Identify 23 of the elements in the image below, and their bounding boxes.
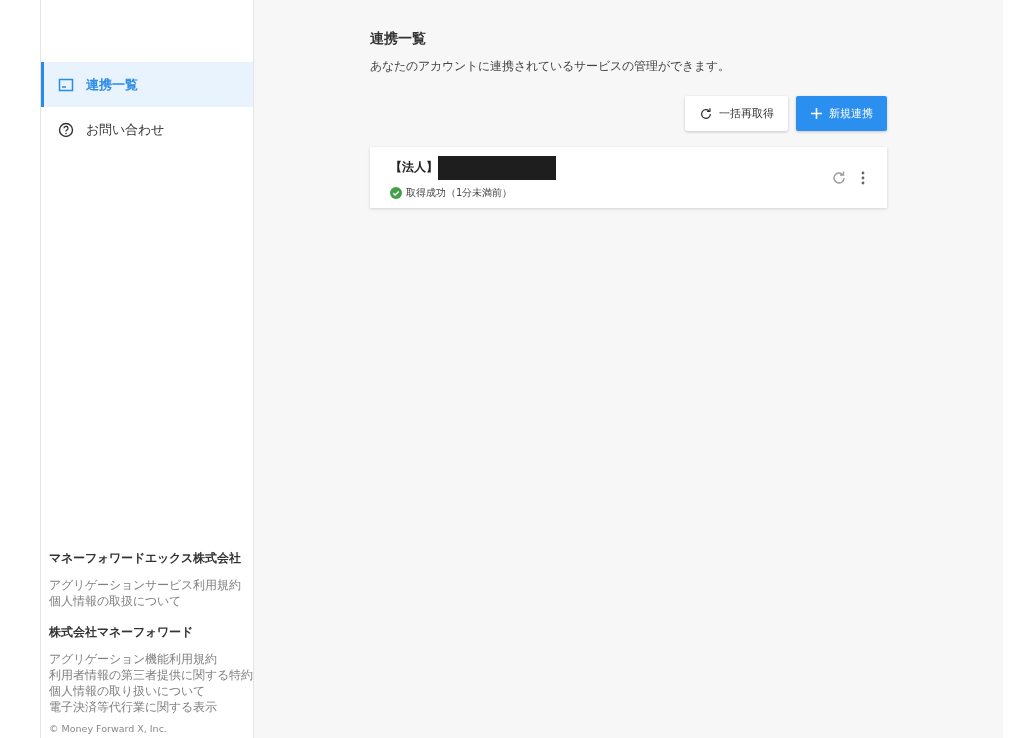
copyright: © Money Forward X, Inc. [49,723,168,734]
refresh-all-button[interactable]: 一括再取得 [685,96,788,131]
footer-link[interactable]: 個人情報の取扱について [49,593,253,609]
footer-link[interactable]: アグリゲーションサービス利用規約 [49,577,253,593]
connection-name: 【法人】 [390,159,438,176]
plus-icon [810,107,823,120]
footer-link[interactable]: 電子決済等代行業に関する表示 [49,699,253,715]
footer-link[interactable]: 個人情報の取り扱いについて [49,683,253,699]
footer-link[interactable]: アグリゲーション機能利用規約 [49,651,253,667]
company-name: マネーフォワードエックス株式会社 [49,551,242,567]
page-description: あなたのアカウントに連携されているサービスの管理ができます。 [370,58,731,75]
refresh-icon [699,106,713,121]
card-icon [58,77,74,92]
page-title: 連携一覧 [370,30,427,48]
sidebar-item[interactable]: 連携一覧 [41,62,253,107]
more-icon [861,170,865,185]
add-button[interactable]: 新規連携 [796,96,887,131]
status-text: 取得成功（1分未満前） [406,185,513,200]
company-name: 株式会社マネーフォワード [49,625,194,641]
footer-link[interactable]: 利用者情報の第三者提供に関する特約 [49,667,253,683]
refresh-icon [831,169,847,186]
help-icon [58,121,74,138]
sidebar-item[interactable]: お問い合わせ [41,107,253,152]
